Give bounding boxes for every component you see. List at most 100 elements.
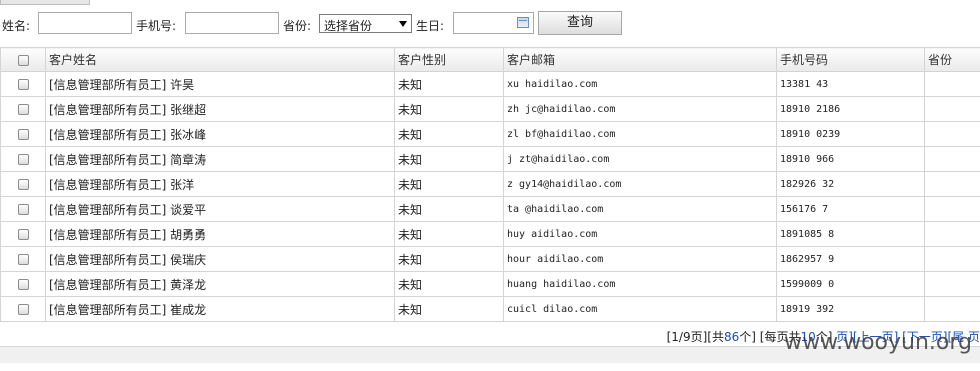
row-select-cell [0, 271, 46, 297]
customer-phone: 18910 2186 [776, 96, 925, 122]
row-select-cell [0, 171, 46, 197]
chevron-down-icon [399, 21, 407, 27]
customer-name: [信息管理部所有员工] 黄泽龙 [45, 271, 395, 297]
top-tab-strip [0, 0, 90, 5]
row-select-cell [0, 246, 46, 272]
province-select[interactable]: 选择省份 [319, 14, 412, 33]
customer-table: 客户姓名 客户性别 客户邮箱 手机号码 省份 [信息管理部所有员工] 许昊 未知 x… [0, 47, 980, 347]
search-button[interactable]: 查询 [538, 11, 622, 35]
column-header-email[interactable]: 客户邮箱 [503, 47, 777, 72]
customer-name: [信息管理部所有员工] 侯瑞庆 [45, 246, 395, 272]
column-header-gender[interactable]: 客户性别 [394, 47, 504, 72]
table-row[interactable]: [信息管理部所有员工] 张继超 未知 zh jc@haidilao.com 18910… [0, 96, 980, 122]
table-row[interactable]: [信息管理部所有员工] 张冰峰 未知 zl bf@haidilao.com 18910… [0, 121, 980, 147]
row-checkbox[interactable] [17, 154, 29, 165]
customer-phone: 1599009 0 [776, 271, 925, 297]
total-suffix: 个] [739, 330, 756, 344]
column-header-phone[interactable]: 手机号码 [776, 47, 925, 72]
table-row[interactable]: [信息管理部所有员工] 胡勇勇 未知 huy aidilao.com 1891085 … [0, 221, 980, 247]
table-row[interactable]: [信息管理部所有员工] 黄泽龙 未知 huang haidilao.com 15990… [0, 271, 980, 297]
total-prefix: [共 [707, 330, 724, 344]
row-select-cell [0, 296, 46, 322]
customer-phone: 13381 43 [776, 71, 925, 97]
customer-email: z gy14@haidilao.com [503, 171, 777, 197]
customer-province [924, 146, 980, 172]
customer-email: hour aidilao.com [503, 246, 777, 272]
customer-phone: 182926 32 [776, 171, 925, 197]
customer-phone: 18919 392 [776, 296, 925, 322]
customer-province [924, 221, 980, 247]
customer-province [924, 71, 980, 97]
table-row[interactable]: [信息管理部所有员工] 简章涛 未知 j zt@haidilao.com 18910 … [0, 146, 980, 172]
row-checkbox[interactable] [17, 129, 29, 140]
customer-name: [信息管理部所有员工] 谈爱平 [45, 196, 395, 222]
name-label: 姓名: [2, 19, 31, 33]
row-checkbox[interactable] [17, 229, 29, 240]
customer-email: zh jc@haidilao.com [503, 96, 777, 122]
birthday-label: 生日: [416, 19, 445, 33]
customer-phone: 18910 966 [776, 146, 925, 172]
column-header-name[interactable]: 客户姓名 [45, 47, 395, 72]
select-all-checkbox[interactable] [17, 54, 29, 66]
customer-gender: 未知 [394, 271, 504, 297]
customer-email: huy aidilao.com [503, 221, 777, 247]
row-checkbox[interactable] [17, 254, 29, 265]
row-checkbox[interactable] [17, 104, 29, 115]
watermark: www.wooyun.org [784, 330, 972, 355]
row-checkbox[interactable] [17, 204, 29, 215]
table-row[interactable]: [信息管理部所有员工] 许昊 未知 xu haidilao.com 13381 43 [0, 71, 980, 97]
row-checkbox[interactable] [17, 179, 29, 190]
filter-bar: 姓名: 手机号: 省份: 选择省份 生日: 查询 [0, 11, 980, 39]
customer-gender: 未知 [394, 146, 504, 172]
customer-phone: 18910 0239 [776, 121, 925, 147]
customer-email: xu haidilao.com [503, 71, 777, 97]
table-row[interactable]: [信息管理部所有员工] 张洋 未知 z gy14@haidilao.com 18292… [0, 171, 980, 197]
customer-email: j zt@haidilao.com [503, 146, 777, 172]
customer-gender: 未知 [394, 221, 504, 247]
customer-phone: 1891085 8 [776, 221, 925, 247]
customer-phone: 1862957 9 [776, 246, 925, 272]
row-select-cell [0, 71, 46, 97]
select-all-cell [0, 47, 46, 72]
customer-gender: 未知 [394, 296, 504, 322]
table-row[interactable]: [信息管理部所有员工] 崔成龙 未知 cuicl dilao.com 18919 39… [0, 296, 980, 322]
province-select-value: 选择省份 [324, 19, 373, 33]
customer-email: zl bf@haidilao.com [503, 121, 777, 147]
customer-name: [信息管理部所有员工] 张冰峰 [45, 121, 395, 147]
phone-input[interactable] [185, 12, 279, 34]
row-select-cell [0, 221, 46, 247]
customer-gender: 未知 [394, 71, 504, 97]
page-info: [1/9页] [666, 330, 708, 344]
birthday-input[interactable] [453, 12, 534, 34]
customer-name: [信息管理部所有员工] 张继超 [45, 96, 395, 122]
customer-province [924, 171, 980, 197]
customer-province [924, 246, 980, 272]
row-checkbox[interactable] [17, 279, 29, 290]
province-label: 省份: [283, 19, 312, 33]
customer-email: ta @haidilao.com [503, 196, 777, 222]
row-checkbox[interactable] [17, 304, 29, 315]
row-checkbox[interactable] [17, 79, 29, 90]
customer-email: cuicl dilao.com [503, 296, 777, 322]
table-header-row: 客户姓名 客户性别 客户邮箱 手机号码 省份 [0, 47, 980, 72]
customer-province [924, 296, 980, 322]
customer-gender: 未知 [394, 96, 504, 122]
customer-name: [信息管理部所有员工] 崔成龙 [45, 296, 395, 322]
total-count: 86 [723, 330, 740, 344]
customer-name: [信息管理部所有员工] 简章涛 [45, 146, 395, 172]
table-row[interactable]: [信息管理部所有员工] 侯瑞庆 未知 hour aidilao.com 1862957… [0, 246, 980, 272]
name-input[interactable] [38, 12, 132, 34]
customer-name: [信息管理部所有员工] 胡勇勇 [45, 221, 395, 247]
customer-province [924, 196, 980, 222]
column-header-province[interactable]: 省份 [924, 47, 980, 72]
customer-gender: 未知 [394, 196, 504, 222]
customer-province [924, 121, 980, 147]
customer-name: [信息管理部所有员工] 许昊 [45, 71, 395, 97]
row-select-cell [0, 96, 46, 122]
table-row[interactable]: [信息管理部所有员工] 谈爱平 未知 ta @haidilao.com 156176 … [0, 196, 980, 222]
calendar-icon[interactable] [517, 17, 529, 28]
customer-province [924, 271, 980, 297]
row-select-cell [0, 121, 46, 147]
row-select-cell [0, 196, 46, 222]
customer-gender: 未知 [394, 121, 504, 147]
